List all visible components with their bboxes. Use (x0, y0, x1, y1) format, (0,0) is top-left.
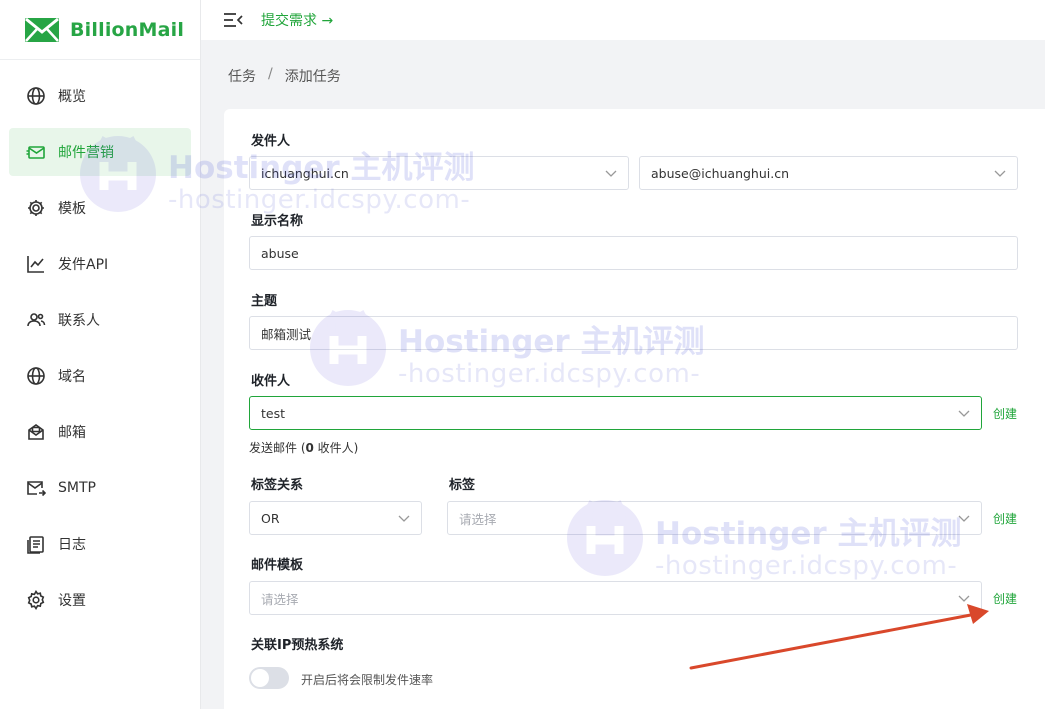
tags-select[interactable]: 请选择 (447, 501, 982, 535)
contacts-icon (27, 313, 46, 327)
subject-value: 邮箱测试 (261, 326, 312, 342)
chevron-down-icon (398, 515, 410, 522)
sidebar-item-settings[interactable]: 设置 (9, 576, 191, 624)
recipient-label: 收件人 (251, 374, 291, 389)
sender-domain-value: ichuanghui.cn (261, 165, 349, 181)
log-icon (27, 536, 44, 554)
breadcrumb-separator: / (268, 66, 273, 82)
globe-icon (27, 367, 45, 385)
smtp-mail-icon (27, 481, 46, 497)
recipient-value: test (261, 405, 286, 421)
template-select[interactable]: 请选择 (249, 581, 982, 615)
breadcrumb-current: 添加任务 (284, 69, 341, 85)
sidebar-item-label: 域名 (58, 369, 86, 385)
chevron-down-icon (958, 410, 970, 417)
breadcrumb-parent[interactable]: 任务 (228, 66, 256, 86)
ip-warmup-description: 开启后将会限制发件速率 (301, 673, 434, 687)
create-recipient-link[interactable]: 创建 (993, 405, 1017, 422)
sidebar-item-label: 日志 (58, 537, 86, 553)
sidebar-nav: 概览 邮件营销 模板 发件API 联系人 域名 邮箱 SMTP 日志 设置 (0, 60, 200, 624)
brand-name: BillionMail (70, 18, 185, 41)
recipient-select[interactable]: test (249, 396, 982, 430)
sender-domain-select[interactable]: ichuanghui.cn (249, 156, 629, 190)
recipient-count-hint: 发送邮件 (0 收件人) (249, 439, 358, 456)
ip-warmup-toggle[interactable] (249, 667, 289, 689)
sidebar-item-email-marketing[interactable]: 邮件营销 (9, 128, 191, 176)
brand[interactable]: BillionMail (0, 0, 200, 60)
sender-label: 发件人 (251, 134, 291, 149)
display-name-label: 显示名称 (251, 214, 304, 229)
sender-address-value: abuse@ichuanghui.cn (651, 165, 790, 181)
sidebar-item-templates[interactable]: 模板 (9, 184, 191, 232)
chevron-down-icon (958, 595, 970, 602)
sidebar-item-contacts[interactable]: 联系人 (9, 296, 191, 344)
tag-relation-select[interactable]: OR (249, 501, 422, 535)
tags-label: 标签 (449, 478, 476, 493)
tag-relation-value: OR (261, 510, 280, 526)
sidebar-item-mailboxes[interactable]: 邮箱 (9, 408, 191, 456)
ip-warmup-label: 关联IP预热系统 (251, 638, 344, 653)
sidebar-item-label: 邮件营销 (58, 145, 114, 161)
hint-prefix: 发送邮件 ( (249, 441, 306, 455)
chevron-down-icon (958, 515, 970, 522)
create-tag-link[interactable]: 创建 (993, 510, 1017, 527)
sidebar-item-label: 发件API (58, 257, 109, 273)
add-task-form-card: 发件人 ichuanghui.cn abuse@ichuanghui.cn 显示… (224, 109, 1045, 709)
template-label: 邮件模板 (251, 558, 304, 573)
mailbox-icon (28, 424, 44, 440)
template-placeholder: 请选择 (261, 591, 299, 607)
sidebar-item-label: 邮箱 (58, 425, 86, 441)
sidebar-item-send-api[interactable]: 发件API (9, 240, 191, 288)
display-name-input[interactable]: abuse (249, 236, 1018, 270)
sidebar-item-label: 设置 (58, 593, 86, 609)
settings-icon (27, 590, 45, 610)
mail-marketing-icon (26, 146, 45, 159)
display-name-value: abuse (261, 245, 299, 261)
chevron-down-icon (994, 170, 1006, 177)
toggle-knob (251, 669, 269, 687)
chevron-down-icon (605, 170, 617, 177)
subject-label: 主题 (251, 294, 278, 309)
sidebar-item-label: 概览 (58, 89, 86, 105)
menu-collapse-icon[interactable] (223, 12, 243, 28)
hint-suffix: 收件人) (313, 441, 359, 455)
sender-address-select[interactable]: abuse@ichuanghui.cn (639, 156, 1018, 190)
sidebar-item-label: 模板 (58, 201, 86, 217)
create-template-link[interactable]: 创建 (993, 590, 1017, 607)
breadcrumb: 任务 / 添加任务 (228, 66, 341, 86)
sidebar: BillionMail 概览 邮件营销 模板 发件API 联系人 域名 邮箱 S… (0, 0, 201, 709)
sidebar-item-smtp[interactable]: SMTP (9, 464, 191, 512)
tag-relation-label: 标签关系 (251, 478, 304, 493)
billionmail-logo-icon (25, 17, 59, 42)
tags-placeholder: 请选择 (459, 511, 497, 527)
sidebar-item-overview[interactable]: 概览 (9, 72, 191, 120)
recipient-count: 0 (305, 441, 314, 455)
subject-input[interactable]: 邮箱测试 (249, 316, 1018, 350)
sidebar-item-label: 联系人 (58, 313, 100, 329)
sidebar-item-label: SMTP (58, 480, 96, 496)
globe-icon (27, 87, 45, 105)
sidebar-item-domains[interactable]: 域名 (9, 352, 191, 400)
top-header: 提交需求 → (201, 0, 1045, 40)
submit-request-link[interactable]: 提交需求 → (261, 10, 333, 30)
chart-line-icon (27, 256, 44, 273)
gear-icon (28, 200, 44, 216)
sidebar-item-logs[interactable]: 日志 (9, 520, 191, 568)
